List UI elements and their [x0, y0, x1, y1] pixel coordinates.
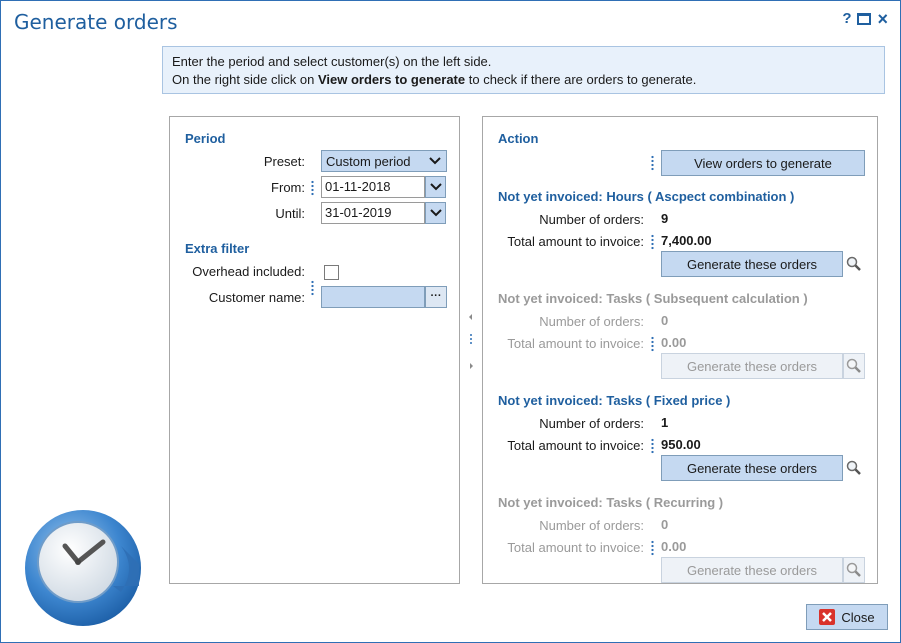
- section-recurring-orders-label: Number of orders:: [539, 518, 644, 533]
- section-recurring-title: Not yet invoiced: Tasks ( Recurring ): [498, 495, 724, 510]
- section-recurring-dots-icon: [651, 540, 654, 556]
- customer-name-input[interactable]: [321, 286, 425, 308]
- preset-value: Custom period: [326, 153, 411, 169]
- section-hours-amount-value: 7,400.00: [661, 233, 712, 248]
- instructions-line-2: On the right side click on View orders t…: [172, 72, 697, 87]
- period-title: Period: [185, 131, 226, 146]
- panel-splitter[interactable]: [467, 311, 475, 371]
- section-recurring-orders-value: 0: [661, 517, 669, 532]
- section-subsequent-orders-label: Number of orders:: [539, 314, 644, 329]
- section-hours-title: Not yet invoiced: Hours ( Ascpect combin…: [498, 189, 795, 204]
- section-hours-orders-value: 9: [661, 211, 669, 226]
- section-hours-generate-button[interactable]: Generate these orders: [661, 251, 843, 277]
- maximize-icon[interactable]: [857, 13, 872, 25]
- view-dots-icon: [651, 155, 654, 171]
- window-title: Generate orders: [14, 10, 178, 34]
- filter-panel: Period Preset: Custom period From: 01-11…: [169, 116, 460, 584]
- section-fixed-title: Not yet invoiced: Tasks ( Fixed price ): [498, 393, 731, 408]
- customer-label: Customer name:: [208, 290, 305, 305]
- preset-label: Preset:: [263, 154, 305, 169]
- section-subsequent-amount-value: 0.00: [661, 335, 687, 350]
- section-recurring-generate-button[interactable]: Generate these orders: [661, 557, 843, 583]
- from-dots-icon: [311, 180, 314, 196]
- magnifier-icon[interactable]: [843, 251, 865, 277]
- section-fixed-orders-value: 1: [661, 415, 669, 430]
- magnifier-icon[interactable]: [843, 557, 865, 583]
- section-subsequent-orders-value: 0: [661, 313, 669, 328]
- chevron-down-icon[interactable]: [424, 151, 446, 171]
- overhead-label: Overhead included:: [192, 264, 305, 279]
- section-subsequent-dots-icon: [651, 336, 654, 352]
- section-fixed-amount-value: 950.00: [661, 437, 701, 452]
- customer-browse-button[interactable]: ···: [425, 286, 447, 308]
- instructions-bold-text: View orders to generate: [317, 72, 466, 87]
- instructions-line-1: Enter the period and select customer(s) …: [172, 54, 492, 69]
- magnifier-icon[interactable]: [843, 455, 865, 481]
- section-fixed-amount-label: Total amount to invoice:: [507, 438, 644, 453]
- close-button-label: Close: [841, 609, 875, 625]
- customer-dots-icon: [311, 280, 314, 296]
- overhead-checkbox[interactable]: [324, 265, 339, 280]
- section-fixed-dots-icon: [651, 438, 654, 454]
- section-fixed-generate-button[interactable]: Generate these orders: [661, 455, 843, 481]
- instructions-box: Enter the period and select customer(s) …: [162, 46, 885, 94]
- view-orders-button[interactable]: View orders to generate: [661, 150, 865, 176]
- close-button[interactable]: Close: [806, 604, 888, 630]
- action-panel: Action View orders to generate Not yet i…: [482, 116, 878, 584]
- until-date-input[interactable]: 31-01-2019: [321, 202, 425, 224]
- chevron-down-icon: [429, 183, 442, 191]
- until-date-dropdown[interactable]: [425, 202, 446, 224]
- from-date-dropdown[interactable]: [425, 176, 446, 198]
- generate-orders-window: Generate orders ? × Enter the period and…: [0, 0, 901, 643]
- close-icon[interactable]: ×: [877, 10, 888, 28]
- red-x-icon: [819, 609, 836, 625]
- section-subsequent-title: Not yet invoiced: Tasks ( Subsequent cal…: [498, 291, 808, 306]
- from-label: From:: [271, 180, 305, 195]
- from-date-input[interactable]: 01-11-2018: [321, 176, 425, 198]
- window-controls: ? ×: [842, 10, 888, 28]
- section-recurring-amount-value: 0.00: [661, 539, 687, 554]
- section-fixed-orders-label: Number of orders:: [539, 416, 644, 431]
- preset-select[interactable]: Custom period: [321, 150, 447, 172]
- clock-refresh-icon: [21, 506, 145, 630]
- extra-filter-title: Extra filter: [185, 241, 250, 256]
- section-hours-orders-label: Number of orders:: [539, 212, 644, 227]
- chevron-down-icon: [429, 209, 442, 217]
- section-recurring-amount-label: Total amount to invoice:: [507, 540, 644, 555]
- section-subsequent-amount-label: Total amount to invoice:: [507, 336, 644, 351]
- section-hours-amount-label: Total amount to invoice:: [507, 234, 644, 249]
- magnifier-icon[interactable]: [843, 353, 865, 379]
- until-label: Until:: [275, 206, 305, 221]
- action-title: Action: [498, 131, 539, 146]
- section-hours-dots-icon: [651, 234, 654, 250]
- help-icon[interactable]: ?: [842, 11, 851, 27]
- section-subsequent-generate-button[interactable]: Generate these orders: [661, 353, 843, 379]
